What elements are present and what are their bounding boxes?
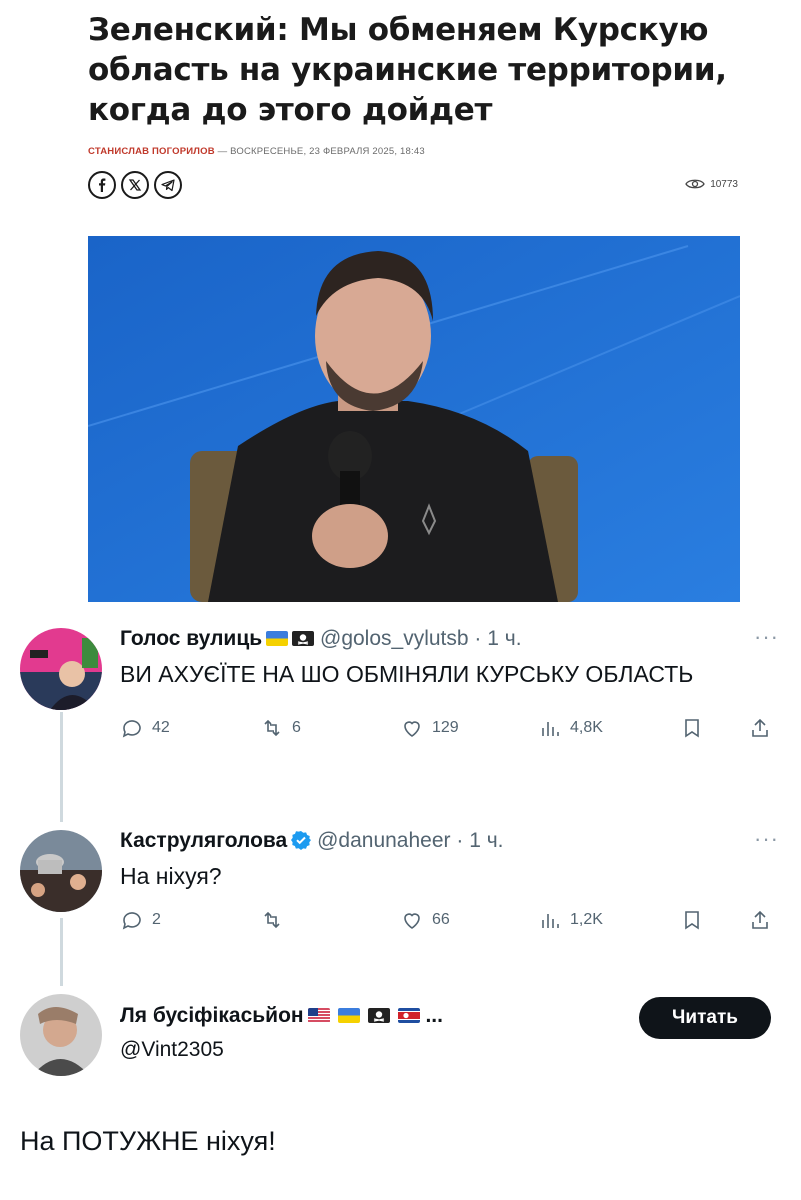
retweet-icon — [264, 911, 280, 929]
tweet-text: ВИ АХУЄЇТЕ НА ШО ОБМІНЯЛИ КУРСЬКУ ОБЛАСТ… — [120, 661, 694, 687]
ukraine-flag — [337, 1008, 360, 1023]
heart-icon — [404, 913, 420, 929]
reply-button[interactable]: 2 — [120, 908, 161, 932]
eye-icon — [685, 179, 705, 189]
analytics-icon — [542, 722, 559, 736]
article-views: 10773 — [685, 178, 738, 190]
handle[interactable]: @golos_vylutsb — [320, 627, 469, 650]
avatar[interactable] — [20, 994, 102, 1076]
tweet[interactable]: Каструляголова @danunaheer · 1 ч. ··· На… — [120, 826, 781, 938]
north-korea-flag — [397, 1008, 420, 1023]
tweet[interactable]: Голос вулиць @golos_vylutsb · 1 ч. ··· В… — [120, 624, 781, 746]
more-icon[interactable]: ··· — [754, 624, 779, 650]
like-button[interactable]: 66 — [400, 908, 450, 932]
views-button[interactable]: 4,8K — [538, 716, 603, 740]
facebook-icon[interactable] — [88, 171, 116, 199]
share-icon — [752, 718, 768, 737]
like-count: 66 — [432, 911, 450, 928]
news-article: Зеленский: Мы обменяем Курскую область н… — [88, 0, 748, 205]
pirate-flag — [367, 1008, 390, 1023]
handle[interactable]: @Vint2305 — [120, 1037, 781, 1063]
share-button[interactable] — [748, 716, 772, 740]
reply-button[interactable]: 42 — [120, 716, 170, 740]
x-icon[interactable] — [121, 171, 149, 199]
thread-line — [60, 918, 63, 986]
article-photo — [88, 236, 740, 602]
views-count: 10773 — [710, 178, 738, 190]
views-button[interactable]: 1,2K — [538, 908, 603, 932]
retweet-button[interactable] — [260, 908, 292, 932]
like-count: 129 — [432, 719, 459, 736]
analytics-icon — [542, 914, 559, 928]
bookmark-icon — [685, 719, 699, 738]
avatar[interactable] — [20, 830, 102, 912]
like-button[interactable]: 129 — [400, 716, 459, 740]
display-name[interactable]: Голос вулиць — [120, 627, 262, 650]
thread-line — [60, 712, 63, 822]
tweet-actions: 42 6 129 4,8K — [120, 716, 781, 746]
article-headline: Зеленский: Мы обменяем Курскую область н… — [88, 12, 727, 128]
reply-icon — [122, 912, 141, 930]
retweet-icon — [264, 719, 280, 737]
bookmark-icon — [685, 911, 699, 930]
reply-icon — [122, 720, 141, 738]
share-bar: 10773 — [88, 171, 748, 205]
verified-badge-icon — [291, 830, 312, 850]
tweet-text: На ніхуя? — [120, 863, 222, 889]
main-tweet-text: На ПОТУЖНЕ ніхуя! — [20, 1126, 276, 1156]
heart-icon — [404, 721, 420, 737]
more-icon[interactable]: ··· — [754, 826, 779, 852]
reply-count: 2 — [152, 911, 161, 928]
article-author[interactable]: СТАНИСЛАВ ПОГОРИЛОВ — [88, 146, 215, 157]
view-count: 4,8K — [570, 719, 603, 736]
article-byline: СТАНИСЛАВ ПОГОРИЛОВ — ВОСКРЕСЕНЬЕ, 23 ФЕ… — [88, 146, 748, 157]
pirate-flag — [292, 631, 315, 646]
handle[interactable]: @danunaheer — [317, 829, 450, 852]
flags-ellipsis: ... — [425, 1004, 443, 1027]
usa-flag — [307, 1008, 330, 1023]
follow-button[interactable]: Читать — [639, 997, 771, 1039]
tweet-actions: 2 66 1,2K — [120, 908, 781, 938]
retweet-button[interactable]: 6 — [260, 716, 301, 740]
ukraine-flag — [266, 631, 289, 646]
timestamp[interactable]: · 1 ч. — [456, 829, 503, 852]
view-count: 1,2K — [570, 911, 603, 928]
timestamp[interactable]: · 1 ч. — [474, 627, 521, 650]
telegram-icon[interactable] — [154, 171, 182, 199]
bookmark-button[interactable] — [680, 908, 704, 932]
display-name[interactable]: Ля бусіфікасьйон — [120, 1004, 304, 1027]
avatar[interactable] — [20, 628, 102, 710]
tweet-header: Каструляголова @danunaheer · 1 ч. — [120, 828, 781, 854]
bookmark-button[interactable] — [680, 716, 704, 740]
article-date: — ВОСКРЕСЕНЬЕ, 23 ФЕВРАЛЯ 2025, 18:43 — [214, 146, 425, 157]
display-name[interactable]: Каструляголова — [120, 829, 287, 852]
share-button[interactable] — [748, 908, 772, 932]
retweet-count: 6 — [292, 719, 301, 736]
share-icon — [752, 910, 768, 929]
reply-count: 42 — [152, 719, 170, 736]
tweet-header: Голос вулиць @golos_vylutsb · 1 ч. — [120, 626, 781, 652]
